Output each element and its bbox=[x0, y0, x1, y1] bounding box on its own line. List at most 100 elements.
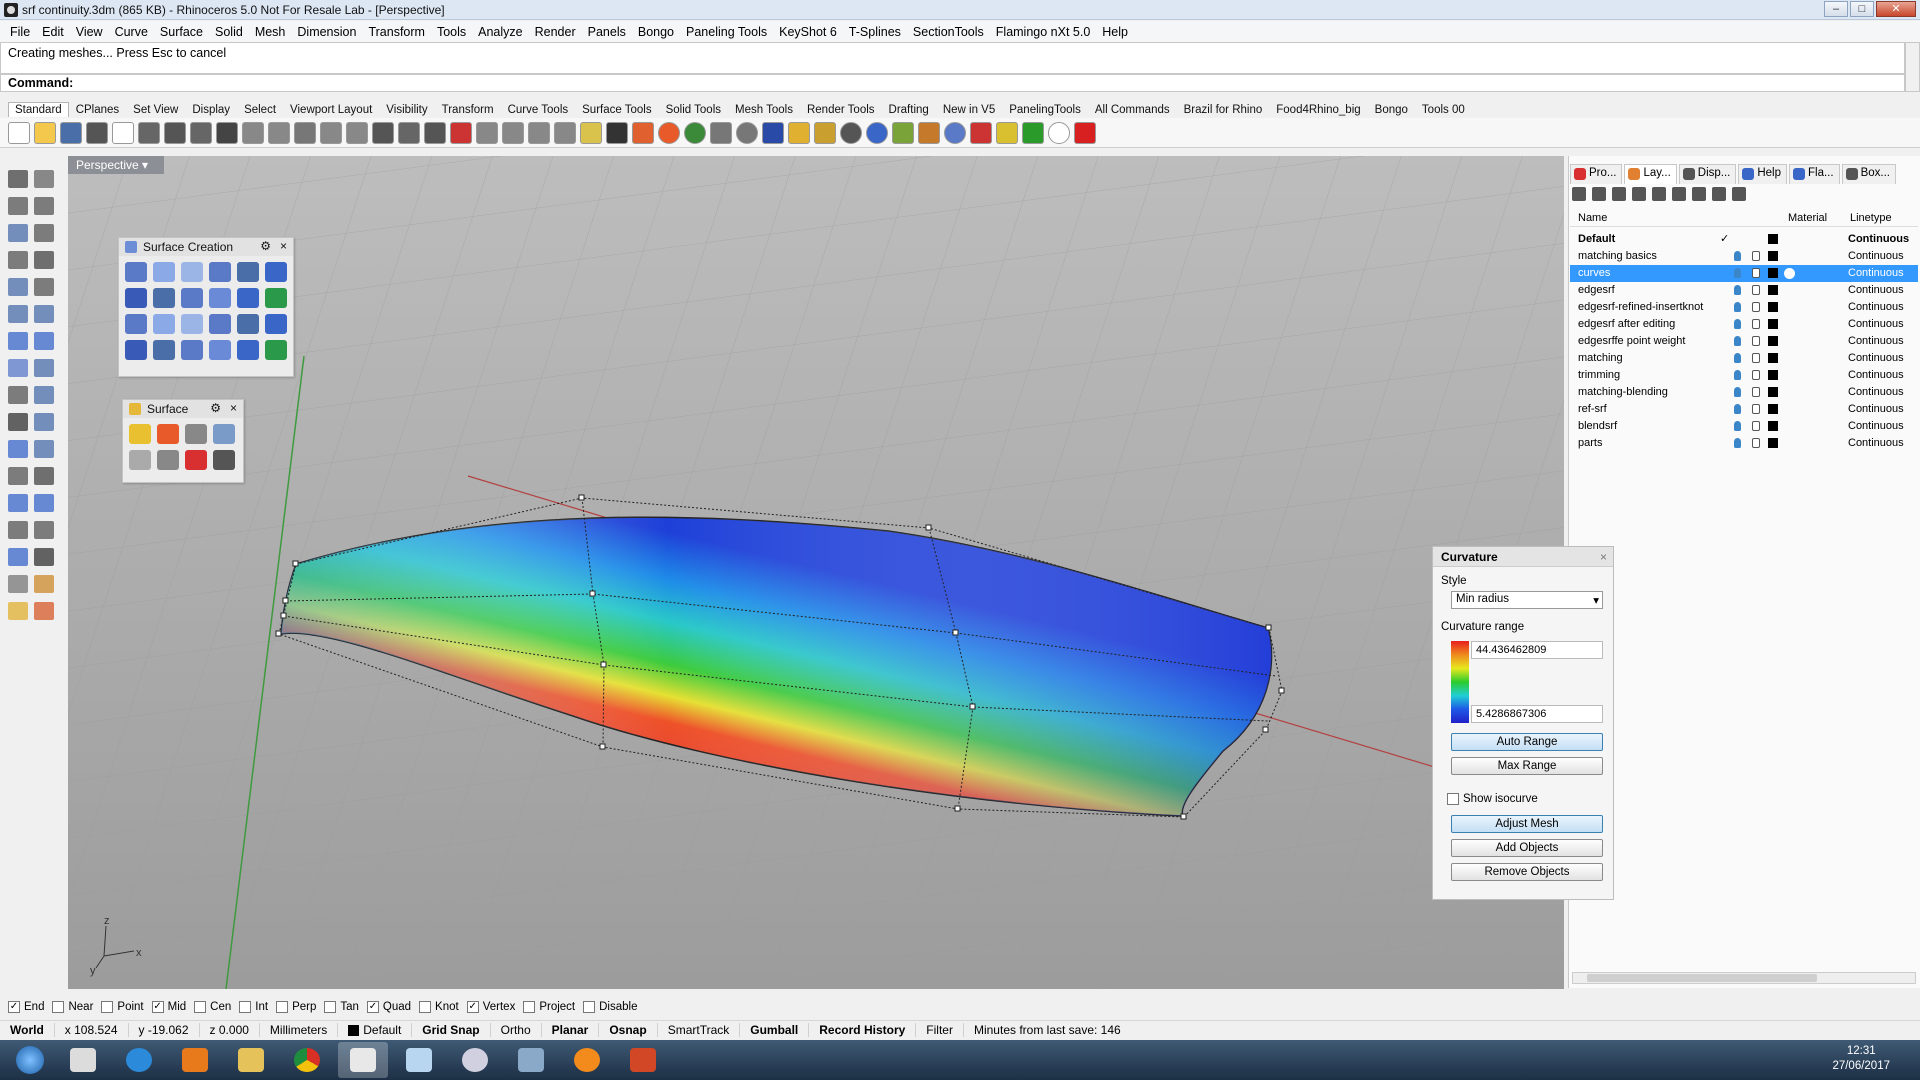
surface-creation-tool-9-icon[interactable] bbox=[181, 288, 203, 308]
cplane-status[interactable]: World bbox=[0, 1023, 55, 1037]
layer-linetype[interactable]: Continuous bbox=[1848, 435, 1904, 452]
layer-lock-icon[interactable] bbox=[1752, 387, 1760, 397]
toolbar-tab-tools-00[interactable]: Tools 00 bbox=[1415, 102, 1472, 117]
checkbox-box[interactable] bbox=[1447, 793, 1459, 805]
toolbar-tab-food4rhino-big[interactable]: Food4Rhino_big bbox=[1269, 102, 1367, 117]
surface-analysis-tool-8-icon[interactable] bbox=[213, 450, 235, 470]
taskbar-app-flower[interactable] bbox=[562, 1042, 612, 1078]
group-icon[interactable] bbox=[34, 440, 54, 458]
osnap-project[interactable]: Project bbox=[523, 1001, 575, 1013]
planar-toggle[interactable]: Planar bbox=[542, 1023, 600, 1037]
max-curvature-field[interactable] bbox=[1471, 641, 1603, 659]
properties-tab[interactable]: Pro... bbox=[1570, 164, 1623, 184]
layer-linetype[interactable]: Continuous bbox=[1848, 299, 1904, 316]
scale-icon[interactable] bbox=[918, 121, 940, 144]
box-tab[interactable]: Box... bbox=[1841, 164, 1896, 184]
box-icon[interactable] bbox=[8, 332, 28, 350]
toolbar-tab-cplanes[interactable]: CPlanes bbox=[69, 102, 126, 117]
check-icon[interactable] bbox=[34, 548, 54, 566]
menu-item-bongo[interactable]: Bongo bbox=[632, 25, 680, 39]
layer-lock-icon[interactable] bbox=[1752, 353, 1760, 363]
line-icon[interactable] bbox=[502, 121, 524, 144]
point-icon[interactable] bbox=[554, 121, 576, 144]
toolbar-tab-transform[interactable]: Transform bbox=[435, 102, 501, 117]
osnap-tan[interactable]: Tan bbox=[324, 1001, 359, 1013]
osnap-toggle[interactable]: Osnap bbox=[599, 1023, 658, 1037]
menu-item-curve[interactable]: Curve bbox=[109, 25, 154, 39]
osnap-point[interactable]: Point bbox=[101, 1001, 144, 1013]
units-status[interactable]: Millimeters bbox=[260, 1023, 339, 1037]
curvature-title[interactable]: Curvature bbox=[1433, 547, 1613, 567]
menu-item-sectiontools[interactable]: SectionTools bbox=[907, 25, 990, 39]
layer-color-swatch[interactable] bbox=[1768, 285, 1778, 295]
funnel-icon[interactable] bbox=[762, 121, 784, 144]
toolbar-tab-curve-tools[interactable]: Curve Tools bbox=[501, 102, 576, 117]
min-curvature-field[interactable] bbox=[1471, 705, 1603, 723]
surface-creation-tool-23-icon[interactable] bbox=[237, 340, 259, 360]
surface-creation-tool-12-icon[interactable] bbox=[265, 288, 287, 308]
surface-creation-title[interactable]: Surface Creation ⚙ × bbox=[119, 238, 293, 256]
surface-icon[interactable] bbox=[8, 305, 28, 323]
layer-row[interactable]: matching-blending Continuous bbox=[1570, 384, 1918, 401]
move-view-icon[interactable] bbox=[268, 121, 290, 144]
menu-item-t-splines[interactable]: T-Splines bbox=[843, 25, 907, 39]
osnap-checkbox[interactable] bbox=[276, 1001, 289, 1013]
filter-icon[interactable] bbox=[1692, 187, 1706, 201]
dimension-icon[interactable] bbox=[814, 121, 836, 144]
menu-item-surface[interactable]: Surface bbox=[154, 25, 209, 39]
osnap-checkbox[interactable] bbox=[52, 1001, 65, 1013]
layer-visibility-bulb-icon[interactable] bbox=[1734, 353, 1741, 363]
layer-lock-icon[interactable] bbox=[1752, 268, 1760, 278]
planar-surface-icon[interactable] bbox=[34, 359, 54, 377]
sphere-icon[interactable] bbox=[34, 332, 54, 350]
layer-row[interactable]: blendsrf Continuous bbox=[1570, 418, 1918, 435]
layer-color-swatch[interactable] bbox=[1768, 302, 1778, 312]
toolbar-tab-all-commands[interactable]: All Commands bbox=[1088, 102, 1177, 117]
layer-visibility-bulb-icon[interactable] bbox=[1734, 336, 1741, 346]
osnap-checkbox[interactable] bbox=[523, 1001, 536, 1013]
menu-item-help[interactable]: Help bbox=[1096, 25, 1134, 39]
layer-linetype[interactable]: Continuous bbox=[1848, 333, 1904, 350]
toolbar-tab-drafting[interactable]: Drafting bbox=[882, 102, 936, 117]
layer-color-swatch[interactable] bbox=[1768, 404, 1778, 414]
layer-color-swatch[interactable] bbox=[1768, 319, 1778, 329]
surface-creation-tool-21-icon[interactable] bbox=[181, 340, 203, 360]
text-icon[interactable] bbox=[8, 494, 28, 512]
zoom-icon[interactable] bbox=[294, 121, 316, 144]
cut-icon[interactable] bbox=[138, 121, 160, 144]
osnap-quad[interactable]: ✓ Quad bbox=[366, 1001, 411, 1013]
chamfer-icon[interactable] bbox=[34, 467, 54, 485]
paste-icon[interactable] bbox=[190, 121, 212, 144]
osnap-knot[interactable]: Knot bbox=[419, 1001, 459, 1013]
surface-creation-tool-18-icon[interactable] bbox=[265, 314, 287, 334]
render-icon[interactable] bbox=[34, 602, 54, 620]
layer-row[interactable]: matching basics Continuous bbox=[1570, 248, 1918, 265]
layer-color-swatch[interactable] bbox=[1768, 387, 1778, 397]
auto-range-button[interactable]: Auto Range bbox=[1451, 733, 1603, 751]
green-map-icon[interactable] bbox=[892, 121, 914, 144]
layer-linetype[interactable]: Continuous bbox=[1848, 265, 1904, 282]
system-clock[interactable]: 12:31 27/06/2017 bbox=[1832, 1044, 1890, 1074]
osnap-checkbox[interactable] bbox=[324, 1001, 337, 1013]
layer-linetype[interactable]: Continuous bbox=[1848, 316, 1904, 333]
toolbar-tab-new-in-v5[interactable]: New in V5 bbox=[936, 102, 1002, 117]
menu-item-tools[interactable]: Tools bbox=[431, 25, 472, 39]
menu-item-render[interactable]: Render bbox=[529, 25, 582, 39]
zoom-selected-icon[interactable] bbox=[372, 121, 394, 144]
toolbar-tab-select[interactable]: Select bbox=[237, 102, 283, 117]
import-icon[interactable] bbox=[112, 121, 134, 144]
layer-hscrollbar[interactable] bbox=[1572, 972, 1916, 984]
layer-color-swatch[interactable] bbox=[1768, 353, 1778, 363]
max-range-button[interactable]: Max Range bbox=[1451, 757, 1603, 775]
taskbar-app-chrome[interactable] bbox=[282, 1042, 332, 1078]
osnap-perp[interactable]: Perp bbox=[276, 1001, 316, 1013]
move-up-icon[interactable] bbox=[1632, 187, 1646, 201]
taskbar-app-calculator[interactable] bbox=[506, 1042, 556, 1078]
taskbar-app-rhino-bw[interactable] bbox=[58, 1042, 108, 1078]
zoom-window-icon[interactable] bbox=[320, 121, 342, 144]
taskbar-app-explorer[interactable] bbox=[226, 1042, 276, 1078]
layer-row[interactable]: matching Continuous bbox=[1570, 350, 1918, 367]
layer-linetype[interactable]: Continuous bbox=[1848, 384, 1904, 401]
layer-linetype[interactable]: Continuous bbox=[1848, 282, 1904, 299]
viewport-title-tab[interactable]: Perspective ▾ bbox=[68, 156, 164, 174]
